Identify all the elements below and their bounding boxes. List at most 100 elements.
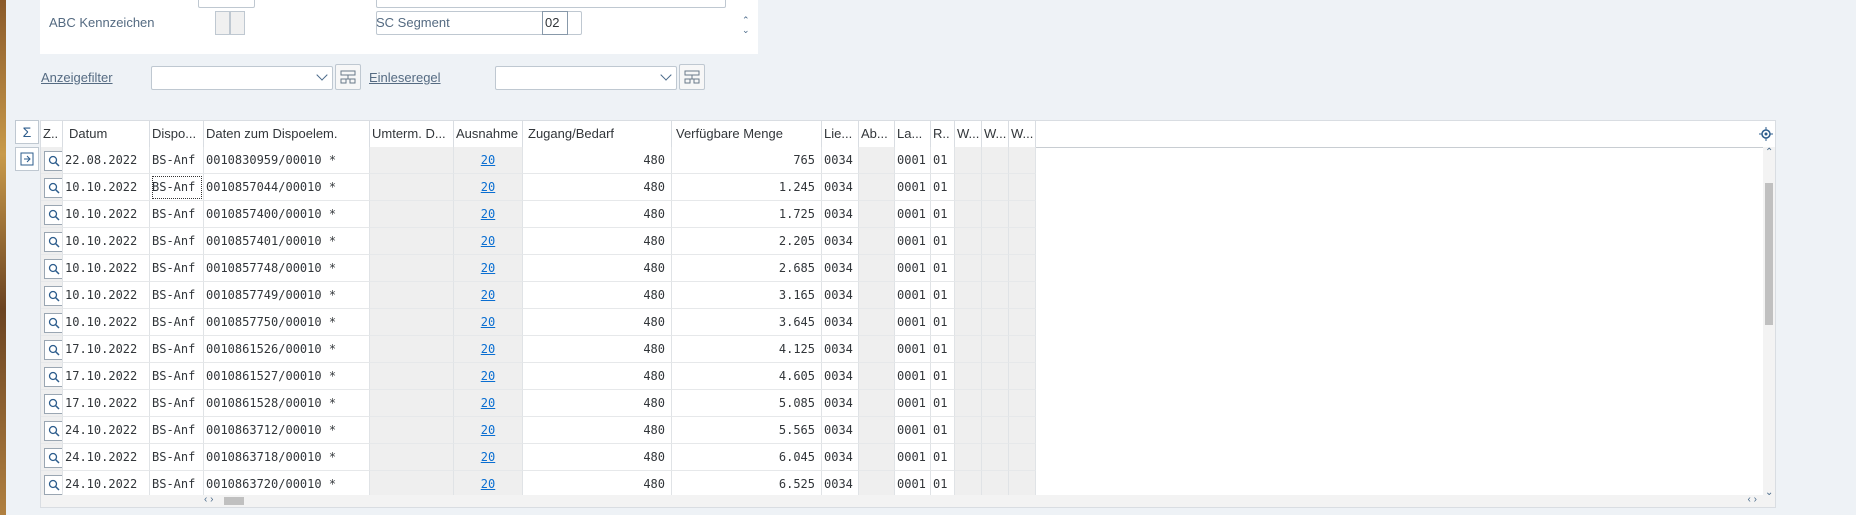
magnifier-icon[interactable] bbox=[44, 151, 62, 171]
row-select[interactable] bbox=[41, 471, 63, 498]
col-header-datum[interactable]: Datum bbox=[63, 121, 150, 147]
display-filter-settings-button[interactable] bbox=[335, 64, 361, 90]
vertical-scroll-thumb[interactable] bbox=[1765, 183, 1773, 325]
table-row[interactable]: 24.10.2022 BS-Anf 0010863712/00010 * 20 480 5… bbox=[41, 417, 1036, 444]
cell-ausnahme[interactable]: 20 bbox=[454, 255, 523, 282]
cell-r: 01 bbox=[931, 309, 955, 336]
magnifier-icon[interactable] bbox=[44, 448, 62, 468]
col-header-w3[interactable]: W... bbox=[1009, 121, 1036, 147]
cell-ausnahme[interactable]: 20 bbox=[454, 363, 523, 390]
col-header-lie[interactable]: Lie... bbox=[822, 121, 859, 147]
col-header-dispo[interactable]: Dispo... bbox=[150, 121, 204, 147]
row-select[interactable] bbox=[41, 255, 63, 282]
scroll-right-icon[interactable]: ‹ › bbox=[1748, 494, 1757, 505]
cell-w3 bbox=[1009, 471, 1036, 498]
abc-box-1[interactable] bbox=[215, 11, 230, 35]
table-row[interactable]: 10.10.2022 BS-Anf 0010857750/00010 * 20 480 3… bbox=[41, 309, 1036, 336]
magnifier-icon[interactable] bbox=[44, 259, 62, 279]
export-icon bbox=[20, 152, 34, 166]
magnifier-icon[interactable] bbox=[44, 232, 62, 252]
cell-w1 bbox=[955, 282, 982, 309]
cell-ausnahme[interactable]: 20 bbox=[454, 390, 523, 417]
row-select[interactable] bbox=[41, 282, 63, 309]
col-header-ab[interactable]: Ab... bbox=[859, 121, 895, 147]
table-row[interactable]: 10.10.2022 BS-Anf 0010857748/00010 * 20 480 2… bbox=[41, 255, 1036, 282]
vertical-scrollbar[interactable]: ⌃ ⌄ bbox=[1763, 147, 1775, 498]
cell-ausnahme[interactable]: 20 bbox=[454, 201, 523, 228]
cell-ab bbox=[859, 147, 895, 174]
magnifier-icon[interactable] bbox=[44, 340, 62, 360]
cell-dispo: BS-Anf bbox=[150, 336, 204, 363]
table-row[interactable]: 10.10.2022 BS-Anf 0010857401/00010 * 20 480 2… bbox=[41, 228, 1036, 255]
row-select[interactable] bbox=[41, 363, 63, 390]
col-header-umterm[interactable]: Umterm. D... bbox=[370, 121, 454, 147]
row-select[interactable] bbox=[41, 390, 63, 417]
cell-daten: 0010830959/00010 * bbox=[204, 147, 370, 174]
cell-ausnahme[interactable]: 20 bbox=[454, 336, 523, 363]
scroll-updown-icon[interactable]: ⌃ ⌄ bbox=[742, 15, 750, 35]
scroll-left-icon[interactable]: ‹ › bbox=[204, 494, 213, 505]
col-header-z[interactable]: Z.. bbox=[41, 121, 63, 147]
row-select[interactable] bbox=[41, 336, 63, 363]
row-select[interactable] bbox=[41, 228, 63, 255]
col-header-zugang[interactable]: Zugang/Bedarf bbox=[523, 121, 672, 147]
col-header-menge[interactable]: Verfügbare Menge bbox=[672, 121, 822, 147]
export-button[interactable] bbox=[15, 147, 39, 171]
cell-ausnahme[interactable]: 20 bbox=[454, 309, 523, 336]
cell-ausnahme[interactable]: 20 bbox=[454, 471, 523, 498]
row-select[interactable] bbox=[41, 444, 63, 471]
table-row[interactable]: 17.10.2022 BS-Anf 0010861528/00010 * 20 480 5… bbox=[41, 390, 1036, 417]
magnifier-icon[interactable] bbox=[44, 205, 62, 225]
cell-ausnahme[interactable]: 20 bbox=[454, 147, 523, 174]
table-row[interactable]: 10.10.2022 BS-Anf 0010857044/00010 * 20 480 1… bbox=[41, 174, 1036, 201]
table-row[interactable]: 24.10.2022 BS-Anf 0010863720/00010 * 20 480 6… bbox=[41, 471, 1036, 498]
abc-box-2[interactable] bbox=[230, 11, 245, 35]
read-rule-link[interactable]: Einleseregel bbox=[369, 70, 441, 85]
table-row[interactable]: 17.10.2022 BS-Anf 0010861526/00010 * 20 480 4… bbox=[41, 336, 1036, 363]
read-rule-settings-button[interactable] bbox=[679, 64, 705, 90]
magnifier-icon[interactable] bbox=[44, 367, 62, 387]
horizontal-scroll-thumb[interactable] bbox=[224, 497, 244, 505]
table-row[interactable]: 22.08.2022 BS-Anf 0010830959/00010 * 20 480 7… bbox=[41, 147, 1036, 174]
col-header-w2[interactable]: W... bbox=[982, 121, 1009, 147]
row-select[interactable] bbox=[41, 201, 63, 228]
col-header-w1[interactable]: W... bbox=[955, 121, 982, 147]
sum-button[interactable]: Σ bbox=[15, 120, 39, 144]
cell-la: 0001 bbox=[895, 147, 931, 174]
magnifier-icon[interactable] bbox=[44, 178, 62, 198]
cell-ausnahme[interactable]: 20 bbox=[454, 444, 523, 471]
cell-ausnahme[interactable]: 20 bbox=[454, 282, 523, 309]
display-filter-dropdown[interactable] bbox=[151, 66, 333, 90]
display-filter-link[interactable]: Anzeigefilter bbox=[41, 70, 113, 85]
horizontal-scrollbar[interactable]: ‹ › ‹ › bbox=[41, 494, 1775, 507]
dispo-group-input[interactable] bbox=[198, 0, 255, 8]
row-select[interactable] bbox=[41, 147, 63, 174]
sc-segment-input[interactable]: 02 bbox=[542, 11, 568, 35]
read-rule-dropdown[interactable] bbox=[495, 66, 677, 90]
magnifier-icon[interactable] bbox=[44, 475, 62, 495]
table-row[interactable]: 17.10.2022 BS-Anf 0010861527/00010 * 20 480 4… bbox=[41, 363, 1036, 390]
magnifier-icon[interactable] bbox=[44, 286, 62, 306]
cell-menge: 6.045 bbox=[672, 444, 822, 471]
col-header-ausnahme[interactable]: Ausnahme bbox=[454, 121, 523, 147]
magnifier-icon[interactable] bbox=[44, 313, 62, 333]
row-select[interactable] bbox=[41, 417, 63, 444]
cell-ausnahme[interactable]: 20 bbox=[454, 174, 523, 201]
cell-dispo: BS-Anf bbox=[150, 363, 204, 390]
row-select[interactable] bbox=[41, 174, 63, 201]
cell-ausnahme[interactable]: 20 bbox=[454, 228, 523, 255]
settings-gear-icon[interactable] bbox=[1759, 127, 1773, 141]
min-lot-input[interactable] bbox=[376, 0, 726, 8]
table-row[interactable]: 10.10.2022 BS-Anf 0010857749/00010 * 20 480 3… bbox=[41, 282, 1036, 309]
col-header-la[interactable]: La... bbox=[895, 121, 931, 147]
table-row[interactable]: 24.10.2022 BS-Anf 0010863718/00010 * 20 480 6… bbox=[41, 444, 1036, 471]
magnifier-icon[interactable] bbox=[44, 394, 62, 414]
row-select[interactable] bbox=[41, 309, 63, 336]
cell-w2 bbox=[982, 147, 1009, 174]
magnifier-icon[interactable] bbox=[44, 421, 62, 441]
table-row[interactable]: 10.10.2022 BS-Anf 0010857400/00010 * 20 480 1… bbox=[41, 201, 1036, 228]
cell-ausnahme[interactable]: 20 bbox=[454, 417, 523, 444]
scroll-up-icon[interactable]: ⌃ bbox=[1765, 147, 1773, 158]
col-header-r[interactable]: R.. bbox=[931, 121, 955, 147]
col-header-daten[interactable]: Daten zum Dispoelem. bbox=[204, 121, 370, 147]
